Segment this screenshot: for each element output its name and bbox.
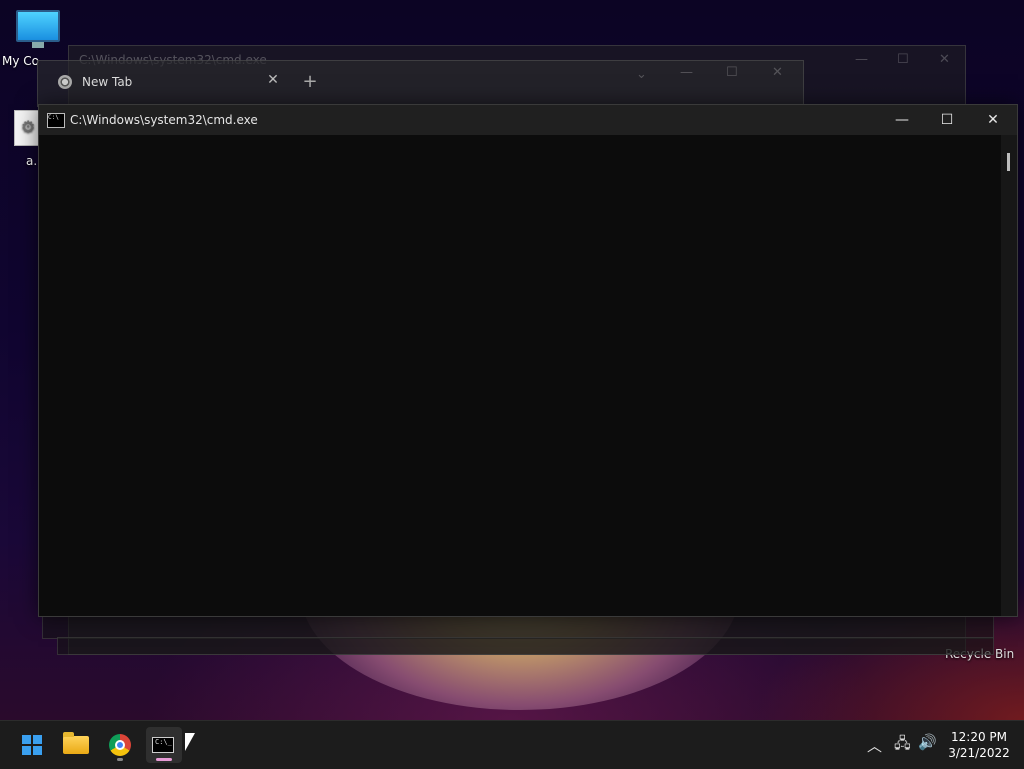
cmd-titlebar[interactable]: C:\ C:\Windows\system32\cmd.exe — ☐ ✕ — [39, 105, 1017, 135]
volume-icon[interactable]: 🔊 — [918, 733, 937, 751]
close-icon[interactable]: ✕ — [939, 52, 950, 67]
chrome-tab[interactable]: New Tab ✕ — [48, 67, 283, 99]
scrollbar[interactable] — [1001, 135, 1017, 616]
window-shadow-frame — [57, 637, 994, 655]
cmd-window[interactable]: C:\ C:\Windows\system32\cmd.exe — ☐ ✕ — [38, 104, 1018, 617]
maximize-icon[interactable]: ☐ — [897, 52, 909, 67]
clock-date: 3/21/2022 — [948, 746, 1010, 760]
monitor-icon — [16, 10, 60, 48]
maximize-icon[interactable]: ☐ — [726, 65, 738, 80]
window-shadow-frame — [42, 615, 994, 639]
tab-close-icon[interactable]: ✕ — [263, 72, 283, 88]
close-icon[interactable]: ✕ — [772, 65, 783, 80]
cmd-icon: C:\_ — [152, 737, 174, 753]
active-indicator — [156, 758, 172, 761]
chrome-taskbar-button[interactable] — [102, 727, 138, 763]
cmd-taskbar-button[interactable]: C:\_ — [146, 727, 182, 763]
close-button[interactable]: ✕ — [973, 109, 1013, 131]
maximize-button[interactable]: ☐ — [927, 109, 967, 131]
minimize-button[interactable]: — — [882, 109, 922, 131]
clock[interactable]: 12:20 PM 3/21/2022 — [944, 729, 1014, 761]
cmd-icon: C:\ — [47, 113, 65, 128]
minimize-icon[interactable]: — — [855, 52, 868, 67]
cmd-title: C:\Windows\system32\cmd.exe — [70, 113, 258, 127]
running-indicator — [117, 758, 123, 761]
windows-logo-icon — [22, 735, 42, 755]
start-button[interactable] — [14, 727, 50, 763]
tab-label: New Tab — [82, 75, 133, 89]
chrome-icon — [109, 734, 131, 756]
chevron-down-icon[interactable]: ⌄ — [636, 67, 647, 82]
file-explorer-button[interactable] — [58, 727, 94, 763]
taskbar: C:\_ ︿ 🖧 🔊 12:20 PM 3/21/2022 — [0, 720, 1024, 769]
minimize-icon[interactable]: — — [680, 65, 693, 80]
folder-icon — [63, 732, 89, 754]
new-tab-button[interactable]: + — [300, 71, 320, 92]
chrome-icon — [58, 75, 72, 89]
console-area[interactable] — [39, 135, 1001, 616]
chrome-tab-strip: New Tab ✕ + ⌄ — ☐ ✕ — [37, 60, 804, 107]
mouse-cursor — [185, 733, 195, 751]
network-icon[interactable]: 🖧 — [894, 733, 911, 758]
scrollbar-thumb[interactable] — [1007, 153, 1010, 171]
clock-time: 12:20 PM — [951, 730, 1007, 744]
show-hidden-icons-chevron-icon[interactable]: ︿ — [867, 735, 882, 756]
